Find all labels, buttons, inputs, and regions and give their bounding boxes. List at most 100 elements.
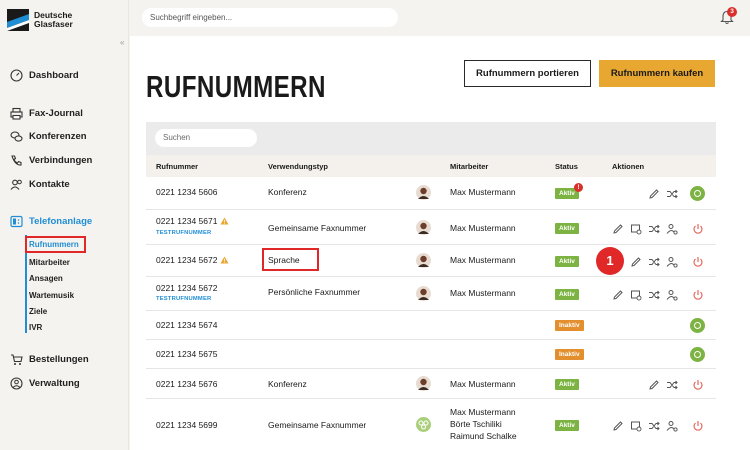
sidebar: Deutsche Glasfaser « Dashboard Fax-Journ… bbox=[0, 0, 129, 450]
table-row[interactable]: 0221 1234 5672 TESTRUFNUMMER Persönliche… bbox=[146, 277, 716, 311]
table-row[interactable]: 0221 1234 5671 TESTRUFNUMMER Gemeinsame … bbox=[146, 210, 716, 245]
brand-name: Deutsche Glasfaser bbox=[34, 10, 73, 29]
avatar bbox=[416, 220, 431, 235]
edit-pencil-icon[interactable] bbox=[648, 187, 660, 199]
edit-pencil-icon[interactable] bbox=[612, 222, 624, 234]
table-row[interactable]: 0221 1234 5675 Inaktiv bbox=[146, 340, 716, 369]
deactivate-power-icon[interactable] bbox=[692, 288, 704, 300]
edit-pencil-icon[interactable] bbox=[630, 255, 642, 267]
collapse-sidebar-icon[interactable]: « bbox=[120, 38, 124, 47]
nav-kontakte[interactable]: Kontakte bbox=[9, 177, 70, 191]
page-title: RUFNUMMERN bbox=[146, 69, 326, 104]
fax-settings-icon[interactable] bbox=[630, 288, 642, 301]
warning-icon bbox=[220, 217, 229, 227]
status-badge: Inaktiv bbox=[555, 320, 584, 331]
forward-shuffle-icon[interactable] bbox=[648, 255, 660, 267]
subnav-ansagen[interactable]: Ansagen bbox=[29, 274, 63, 283]
nav-dashboard[interactable]: Dashboard bbox=[9, 68, 79, 82]
phone-number: 0221 1234 5676 bbox=[156, 379, 218, 389]
user-settings-icon[interactable] bbox=[666, 288, 678, 301]
edit-pencil-icon[interactable] bbox=[612, 419, 624, 431]
table-row[interactable]: 0221 1234 5606 Konferenz Max Mustermann … bbox=[146, 177, 716, 210]
logo-mark-icon bbox=[7, 9, 29, 31]
user-settings-icon[interactable] bbox=[666, 222, 678, 235]
table-row[interactable]: 0221 1234 5672 Sprache Max Mustermann Ak… bbox=[146, 245, 716, 277]
test-number-label: TESTRUFNUMMER bbox=[156, 296, 212, 302]
subnav-ivr[interactable]: IVR bbox=[29, 323, 42, 332]
subnav-mitarbeiter[interactable]: Mitarbeiter bbox=[29, 258, 70, 267]
brand-logo[interactable]: Deutsche Glasfaser bbox=[7, 9, 73, 31]
status-badge: Aktiv bbox=[555, 379, 579, 390]
nav-telefonanlage-label: Telefonanlage bbox=[29, 215, 93, 227]
phone-icon bbox=[9, 153, 23, 167]
test-number-label: TESTRUFNUMMER bbox=[156, 230, 212, 236]
nav-konferenzen[interactable]: Konferenzen bbox=[9, 129, 87, 143]
usage-type: Konferenz bbox=[268, 379, 307, 389]
subnav-wartemusik[interactable]: Wartemusik bbox=[29, 291, 74, 300]
warning-icon bbox=[220, 256, 229, 266]
forward-shuffle-icon[interactable] bbox=[648, 288, 660, 300]
contacts-icon bbox=[9, 177, 23, 191]
deactivate-power-icon[interactable] bbox=[692, 255, 704, 267]
usage-type: Gemeinsame Faxnummer bbox=[268, 420, 367, 430]
nav-fax-journal[interactable]: Fax-Journal bbox=[9, 106, 83, 120]
employee-name: Börte Tschiliki bbox=[450, 419, 502, 429]
table-row[interactable]: 0221 1234 5676 Konferenz Max Mustermann … bbox=[146, 369, 716, 399]
buy-numbers-button[interactable]: Rufnummern kaufen bbox=[599, 60, 715, 87]
nav-bestellungen[interactable]: Bestellungen bbox=[9, 352, 89, 366]
avatar bbox=[416, 286, 431, 301]
activate-toggle-icon[interactable] bbox=[690, 186, 705, 201]
port-numbers-button[interactable]: Rufnummern portieren bbox=[464, 60, 591, 87]
global-search-input[interactable]: Suchbegriff eingeben... bbox=[142, 8, 398, 27]
nav-fax-journal-label: Fax-Journal bbox=[29, 107, 83, 119]
user-circle-icon bbox=[9, 376, 23, 390]
fax-settings-icon[interactable] bbox=[630, 222, 642, 235]
avatar bbox=[416, 253, 431, 268]
usage-type: Gemeinsame Faxnummer bbox=[268, 223, 367, 233]
forward-shuffle-icon[interactable] bbox=[648, 419, 660, 431]
table-search-input[interactable]: Suchen bbox=[155, 129, 257, 147]
nav-verwaltung[interactable]: Verwaltung bbox=[9, 376, 80, 390]
user-settings-icon[interactable] bbox=[666, 255, 678, 268]
employee-name: Raimund Schalke bbox=[450, 431, 517, 441]
usage-type: Konferenz bbox=[268, 187, 307, 197]
phone-system-icon bbox=[9, 214, 23, 228]
header-rufnummer: Rufnummer bbox=[156, 162, 199, 171]
forward-shuffle-icon[interactable] bbox=[666, 187, 678, 199]
fax-settings-icon[interactable] bbox=[630, 419, 642, 432]
deactivate-power-icon[interactable] bbox=[692, 222, 704, 234]
table-row[interactable]: 0221 1234 5674 Inaktiv bbox=[146, 311, 716, 340]
nav-konferenzen-label: Konferenzen bbox=[29, 130, 87, 142]
activate-toggle-icon[interactable] bbox=[690, 318, 705, 333]
nav-verbindungen[interactable]: Verbindungen bbox=[9, 153, 92, 167]
forward-shuffle-icon[interactable] bbox=[648, 222, 660, 234]
nav-verwaltung-label: Verwaltung bbox=[29, 377, 80, 389]
forward-shuffle-icon[interactable] bbox=[666, 378, 678, 390]
deactivate-power-icon[interactable] bbox=[692, 419, 704, 431]
employee-name: Max Mustermann bbox=[450, 407, 516, 417]
activate-toggle-icon[interactable] bbox=[690, 347, 705, 362]
employee-name: Max Mustermann bbox=[450, 187, 516, 197]
status-badge: Aktiv bbox=[555, 289, 579, 300]
header-mitarbeiter: Mitarbeiter bbox=[450, 162, 489, 171]
phone-number: 0221 1234 5606 bbox=[156, 187, 218, 197]
header-status: Status bbox=[555, 162, 578, 171]
printer-icon bbox=[9, 106, 23, 120]
deactivate-power-icon[interactable] bbox=[692, 378, 704, 390]
edit-pencil-icon[interactable] bbox=[648, 378, 660, 390]
table-row[interactable]: 0221 1234 5699 Gemeinsame Faxnummer Max … bbox=[146, 399, 716, 450]
step-annotation-marker: 1 bbox=[596, 247, 624, 275]
nav-telefonanlage[interactable]: Telefonanlage bbox=[9, 214, 92, 228]
status-badge: Aktiv bbox=[555, 420, 579, 431]
notification-badge: 3 bbox=[727, 7, 737, 17]
nav-dashboard-label: Dashboard bbox=[29, 69, 79, 81]
subnav-ziele[interactable]: Ziele bbox=[29, 307, 47, 316]
edit-pencil-icon[interactable] bbox=[612, 288, 624, 300]
main-content: RUFNUMMERN Rufnummern portieren Rufnumme… bbox=[130, 36, 750, 450]
user-settings-icon[interactable] bbox=[666, 419, 678, 432]
avatar bbox=[416, 185, 431, 200]
phone-number: 0221 1234 5671 bbox=[156, 216, 229, 227]
employee-name: Max Mustermann bbox=[450, 379, 516, 389]
status-badge: Aktiv bbox=[555, 256, 579, 267]
status-alert-icon: ! bbox=[574, 183, 583, 192]
